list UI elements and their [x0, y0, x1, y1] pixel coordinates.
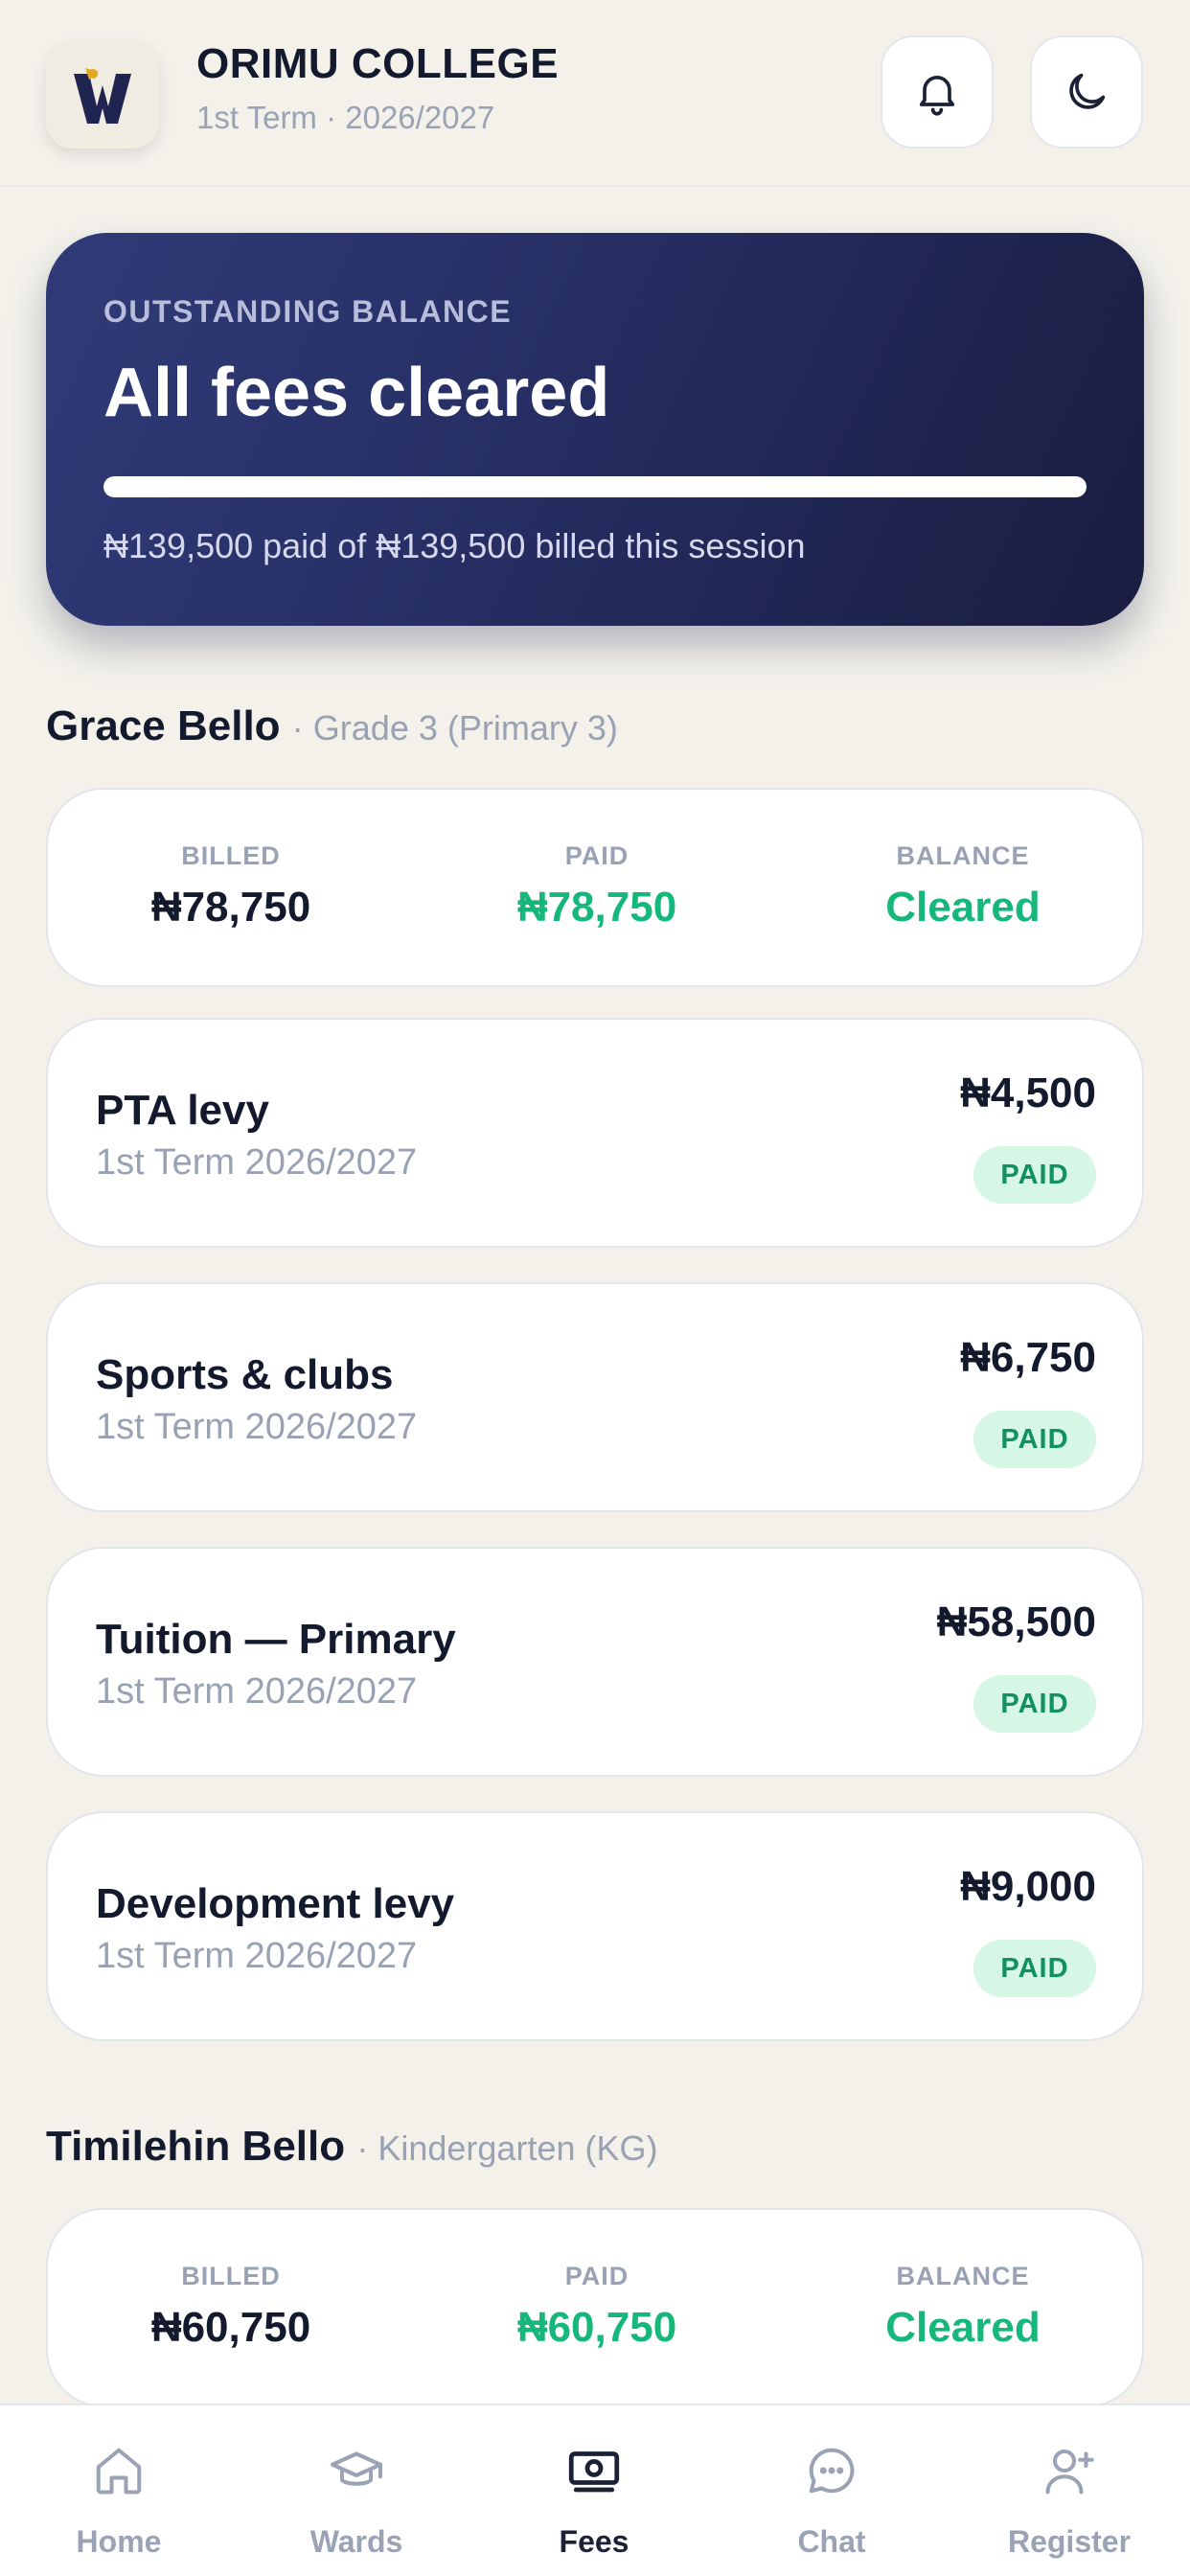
paid-status-badge: PAID [973, 1675, 1096, 1733]
fee-name: Development levy [96, 1880, 455, 1927]
balance-summary-text: ₦139,500 paid of ₦139,500 billed this se… [103, 526, 806, 565]
outstanding-balance-card: OUTSTANDING BALANCE All fees cleared ₦13… [46, 233, 1144, 626]
payment-progress-bar [103, 476, 1087, 497]
nav-wards[interactable]: Wards [238, 2405, 475, 2576]
paid-column: PAID ₦60,750 [414, 2210, 780, 2405]
paid-status-badge: PAID [973, 1146, 1096, 1204]
school-logo[interactable] [46, 41, 159, 149]
nav-label: Fees [559, 2524, 629, 2559]
billed-column: BILLED ₦60,750 [48, 2210, 414, 2405]
school-crest-icon [74, 68, 131, 124]
fee-amount: ₦4,500 [960, 1070, 1096, 1116]
paid-column: PAID ₦78,750 [414, 790, 780, 985]
balance-status: Cleared [885, 884, 1041, 931]
school-name: ORIMU COLLEGE [196, 40, 560, 87]
balance-col-label: BALANCE [896, 841, 1030, 870]
nav-label: Register [1007, 2524, 1132, 2559]
fee-amount: ₦58,500 [936, 1598, 1096, 1645]
student-heading: Grace Bello · Grade 3 (Primary 3) [46, 702, 618, 750]
student-grade: · Grade 3 (Primary 3) [291, 708, 618, 748]
balance-col-label: BALANCE [896, 2262, 1030, 2290]
fee-name: PTA levy [96, 1087, 269, 1134]
fee-term: 1st Term 2026/2027 [96, 1671, 418, 1712]
balance-label: OUTSTANDING BALANCE [103, 294, 513, 329]
paid-amount: ₦60,750 [516, 2304, 677, 2351]
banknote-icon [568, 2451, 620, 2493]
billed-label: BILLED [181, 841, 281, 870]
bottom-navigation: Home Wards Fees Chat Register [0, 2404, 1190, 2576]
nav-label: Wards [309, 2524, 403, 2559]
fee-summary-card: BILLED ₦78,750 PAID ₦78,750 BALANCE Clea… [46, 788, 1144, 987]
fee-summary-card: BILLED ₦60,750 PAID ₦60,750 BALANCE Clea… [46, 2208, 1144, 2407]
nav-register[interactable]: Register [950, 2405, 1188, 2576]
nav-chat[interactable]: Chat [713, 2405, 950, 2576]
paid-label: PAID [564, 2262, 629, 2290]
nav-fees[interactable]: Fees [475, 2405, 713, 2576]
fee-amount: ₦9,000 [960, 1863, 1096, 1910]
billed-amount: ₦60,750 [150, 2304, 311, 2351]
paid-amount: ₦78,750 [516, 884, 677, 931]
app-header: ORIMU COLLEGE 1st Term · 2026/2027 [0, 0, 1190, 187]
balance-title: All fees cleared [103, 355, 610, 431]
billed-amount: ₦78,750 [150, 884, 311, 931]
fee-name: Sports & clubs [96, 1351, 394, 1398]
home-icon [96, 2448, 142, 2495]
billed-column: BILLED ₦78,750 [48, 790, 414, 985]
term-subtitle: 1st Term · 2026/2027 [196, 100, 495, 135]
fee-term: 1st Term 2026/2027 [96, 1936, 418, 1976]
notifications-button[interactable] [881, 35, 994, 149]
moon-icon [1069, 73, 1106, 109]
graduation-cap-icon [331, 2451, 382, 2486]
fee-term: 1st Term 2026/2027 [96, 1142, 418, 1183]
student-grade: · Kindergarten (KG) [356, 2128, 658, 2168]
nav-label: Chat [797, 2524, 866, 2559]
fee-amount: ₦6,750 [960, 1334, 1096, 1381]
fee-item-card[interactable]: Development levy 1st Term 2026/2027 ₦9,0… [46, 1811, 1144, 2041]
add-user-icon [1045, 2450, 1094, 2495]
fee-term: 1st Term 2026/2027 [96, 1407, 418, 1447]
paid-status-badge: PAID [973, 1940, 1096, 1997]
fee-item-card[interactable]: Tuition — Primary 1st Term 2026/2027 ₦58… [46, 1547, 1144, 1777]
fee-name: Tuition — Primary [96, 1616, 456, 1663]
balance-column: BALANCE Cleared [780, 790, 1146, 985]
paid-label: PAID [564, 841, 629, 870]
theme-toggle-button[interactable] [1030, 35, 1143, 149]
student-name: Timilehin Bello [46, 2123, 346, 2170]
paid-status-badge: PAID [973, 1411, 1096, 1468]
student-heading: Timilehin Bello · Kindergarten (KG) [46, 2123, 657, 2171]
billed-label: BILLED [181, 2262, 281, 2290]
chat-bubble-icon [809, 2448, 855, 2494]
payment-progress-fill [103, 476, 1087, 497]
balance-status: Cleared [885, 2304, 1041, 2351]
student-name: Grace Bello [46, 702, 281, 749]
balance-column: BALANCE Cleared [780, 2210, 1146, 2405]
nav-label: Home [76, 2524, 162, 2559]
nav-home[interactable]: Home [0, 2405, 238, 2576]
fee-item-card[interactable]: Sports & clubs 1st Term 2026/2027 ₦6,750… [46, 1282, 1144, 1512]
bell-icon [919, 76, 955, 116]
fee-item-card[interactable]: PTA levy 1st Term 2026/2027 ₦4,500 PAID [46, 1018, 1144, 1248]
